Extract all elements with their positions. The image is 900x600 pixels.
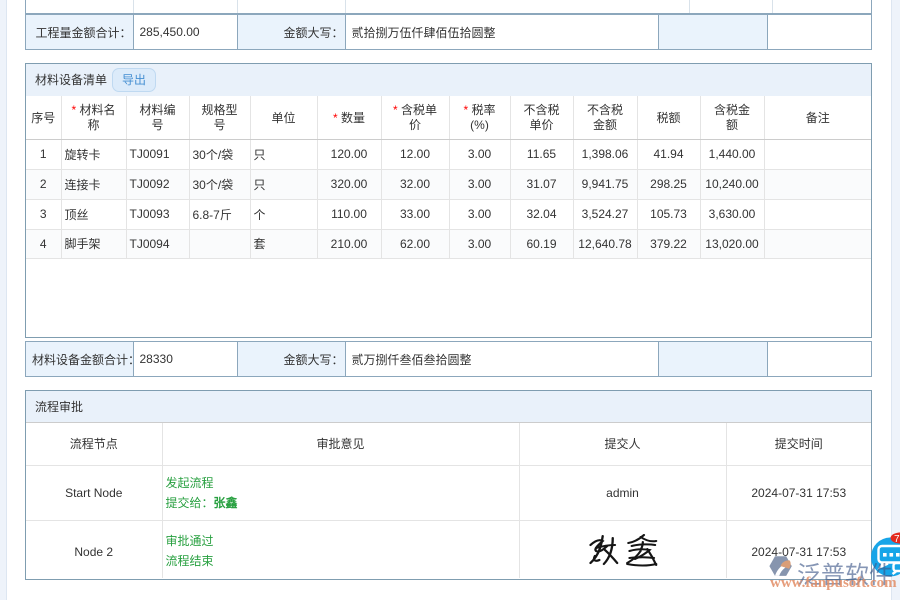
svg-text:7: 7 <box>894 534 900 545</box>
